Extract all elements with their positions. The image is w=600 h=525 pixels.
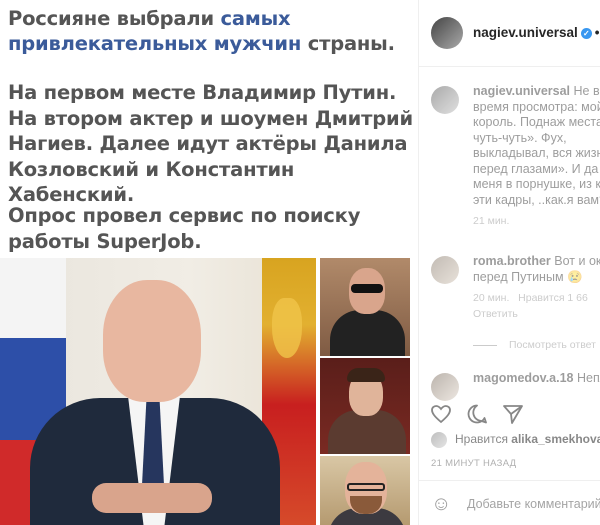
comment-body: nagiev.universal Не во время просмотра: …	[473, 84, 600, 230]
headline-text-end: страны.	[301, 32, 395, 55]
hands-shape	[92, 483, 212, 513]
likes-summary: Нравится alika_smekhova	[431, 432, 600, 448]
post-paragraph-ranking: На первом месте Владимир Путин. На второ…	[8, 81, 413, 206]
commenter-avatar[interactable]	[431, 86, 459, 114]
liker-username[interactable]: alika_smekhova	[511, 432, 600, 446]
hair-shape	[347, 368, 385, 382]
post-header: nagiev.universal✓•По	[419, 0, 600, 67]
commenter-username[interactable]: magomedov.a.18	[473, 371, 574, 385]
comment-text: Непл	[577, 371, 600, 385]
side-photo-3	[320, 456, 410, 525]
emoji-icon[interactable]: ☺	[431, 493, 451, 516]
glasses-shape	[347, 483, 385, 491]
heart-icon[interactable]	[429, 402, 453, 426]
view-replies-link[interactable]: Посмотреть ответ	[473, 339, 596, 351]
post-image: Россияне выбрали самых привлекательных м…	[0, 0, 418, 525]
side-photo-1	[320, 258, 410, 356]
comment-icon[interactable]	[465, 402, 489, 426]
face-shape	[103, 280, 201, 402]
reply-button[interactable]: Ответить	[473, 308, 518, 320]
comment-likes-count: Нравится 1 66	[518, 292, 588, 304]
main-portrait-photo	[0, 258, 316, 525]
post-sidebar: nagiev.universal✓•По nagiev.universal Не…	[419, 0, 600, 525]
liker-avatar[interactable]	[431, 432, 447, 448]
commenter-username[interactable]: roma.brother	[473, 254, 551, 268]
author-username-text[interactable]: nagiev.universal	[473, 25, 578, 40]
author-avatar[interactable]	[431, 17, 463, 49]
jacket-shape	[328, 410, 406, 454]
suit-shape	[330, 310, 405, 356]
author-username[interactable]: nagiev.universal✓•По	[473, 25, 600, 40]
post-headline: Россияне выбрали самых привлекательных м…	[8, 6, 413, 56]
commenter-avatar[interactable]	[431, 256, 459, 284]
comment-meta: 20 мин. Нравится 1 66 Ответить	[473, 291, 600, 322]
share-icon[interactable]	[501, 402, 525, 426]
comment-time: 21 мин.	[473, 215, 510, 227]
add-comment-input[interactable]: Добавьте комментарий...	[467, 497, 600, 511]
likes-prefix: Нравится	[455, 432, 512, 447]
verified-badge-icon: ✓	[580, 27, 592, 39]
separator-dot: •	[594, 25, 600, 40]
comment-time: 20 мин.	[473, 292, 510, 304]
comment-text: Не во время просмотра: мой король. Подна…	[473, 84, 600, 207]
sunglasses-shape	[351, 284, 383, 293]
headline-text: Россияне выбрали	[8, 7, 221, 30]
add-comment-bar: ☺ Добавьте комментарий...	[419, 480, 600, 525]
comment-body: roma.brother Вот и ок перед Путиным 😢 20…	[473, 254, 600, 322]
comment-body: magomedov.a.18 Непл	[473, 371, 600, 387]
commenter-username[interactable]: nagiev.universal	[473, 84, 570, 98]
action-bar	[419, 395, 600, 435]
post-timestamp: 21 МИНУТ НАЗАД	[431, 458, 517, 469]
side-photo-2	[320, 358, 410, 454]
post-paragraph-source: Опрос провел сервис по поиску работы Sup…	[8, 204, 361, 253]
comment-meta: 21 мин.	[473, 214, 600, 230]
